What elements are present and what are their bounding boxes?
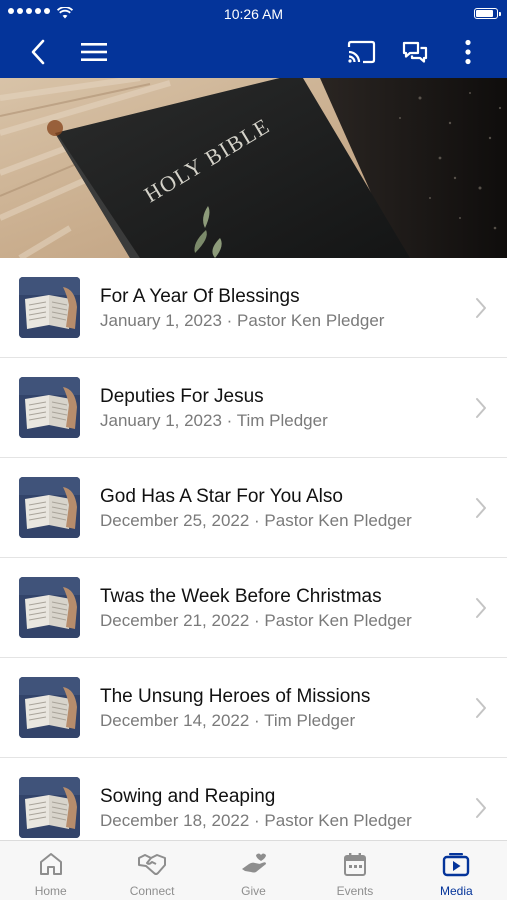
media-subtitle: December 21, 2022 · Pastor Ken Pledger xyxy=(100,611,412,630)
media-title: Sowing and Reaping xyxy=(100,786,276,807)
media-list-item[interactable]: The Unsung Heroes of Missions December 14… xyxy=(0,658,507,758)
tab-media[interactable]: Media xyxy=(406,841,507,900)
media-title: Twas the Week Before Christmas xyxy=(100,586,382,607)
media-title: God Has A Star For You Also xyxy=(100,486,343,507)
app-header: 10:26 AM xyxy=(0,0,507,78)
tab-connect-label: Connect xyxy=(129,884,175,898)
chevron-right-icon xyxy=(476,398,486,418)
more-options-button[interactable] xyxy=(456,36,480,68)
sermon-thumbnail xyxy=(19,277,80,338)
media-subtitle: January 1, 2023 · Pastor Ken Pledger xyxy=(100,311,385,330)
battery-icon xyxy=(474,8,501,19)
media-subtitle: December 25, 2022 · Pastor Ken Pledger xyxy=(100,511,412,530)
chevron-right-icon xyxy=(476,498,486,518)
status-time: 10:26 AM xyxy=(223,6,284,22)
media-title: For A Year Of Blessings xyxy=(100,286,300,307)
chevron-right-icon xyxy=(476,298,486,318)
sermon-thumbnail xyxy=(19,477,80,538)
media-subtitle: December 14, 2022 · Tim Pledger xyxy=(100,711,356,730)
cast-icon xyxy=(347,40,376,64)
chevron-right-icon xyxy=(476,598,486,618)
sermon-thumbnail xyxy=(19,377,80,438)
menu-button[interactable] xyxy=(78,36,110,68)
media-list-item[interactable]: For A Year Of Blessings January 1, 2023 ·… xyxy=(0,258,507,358)
tab-media-label: Media xyxy=(439,884,473,898)
cast-button[interactable] xyxy=(344,36,378,68)
media-list-item[interactable]: Sowing and Reaping December 18, 2022 · Pa… xyxy=(0,758,507,840)
tab-connect[interactable]: Connect xyxy=(101,841,202,900)
tab-home[interactable]: Home xyxy=(0,841,101,900)
tab-home-label: Home xyxy=(34,884,67,898)
sermon-thumbnail xyxy=(19,677,80,738)
calendar-icon xyxy=(343,853,366,876)
media-list: For A Year Of Blessings January 1, 2023 ·… xyxy=(0,258,507,840)
hero-banner-image: HOLY BIBLE xyxy=(0,78,507,258)
sermon-thumbnail xyxy=(19,777,80,838)
bible-photo: HOLY BIBLE xyxy=(0,78,507,258)
media-subtitle: January 1, 2023 · Tim Pledger xyxy=(100,411,328,430)
menu-icon xyxy=(81,43,107,61)
media-list-item[interactable]: Twas the Week Before Christmas December 2… xyxy=(0,558,507,658)
tab-give[interactable]: Give xyxy=(203,841,304,900)
tab-events-label: Events xyxy=(336,884,374,898)
tab-bar: Home Connect Give Events Media xyxy=(0,840,507,900)
status-bar: 10:26 AM xyxy=(0,0,507,28)
home-icon xyxy=(39,853,62,875)
media-title: The Unsung Heroes of Missions xyxy=(100,686,371,707)
media-subtitle: December 18, 2022 · Pastor Ken Pledger xyxy=(100,811,412,830)
media-list-item[interactable]: Deputies For Jesus January 1, 2023 · Tim … xyxy=(0,358,507,458)
chevron-right-icon xyxy=(476,798,486,818)
handshake-icon xyxy=(138,854,167,875)
chat-icon xyxy=(402,41,428,63)
sermon-thumbnail xyxy=(19,577,80,638)
chevron-right-icon xyxy=(476,698,486,718)
back-button[interactable] xyxy=(24,36,52,68)
media-title: Deputies For Jesus xyxy=(100,386,264,407)
tab-give-label: Give xyxy=(241,884,266,898)
chat-button[interactable] xyxy=(398,36,432,68)
give-hand-icon xyxy=(241,853,266,873)
more-icon xyxy=(465,39,471,65)
tab-events[interactable]: Events xyxy=(304,841,405,900)
media-play-icon xyxy=(443,853,470,877)
back-icon xyxy=(31,39,45,65)
media-list-item[interactable]: God Has A Star For You Also December 25, … xyxy=(0,458,507,558)
